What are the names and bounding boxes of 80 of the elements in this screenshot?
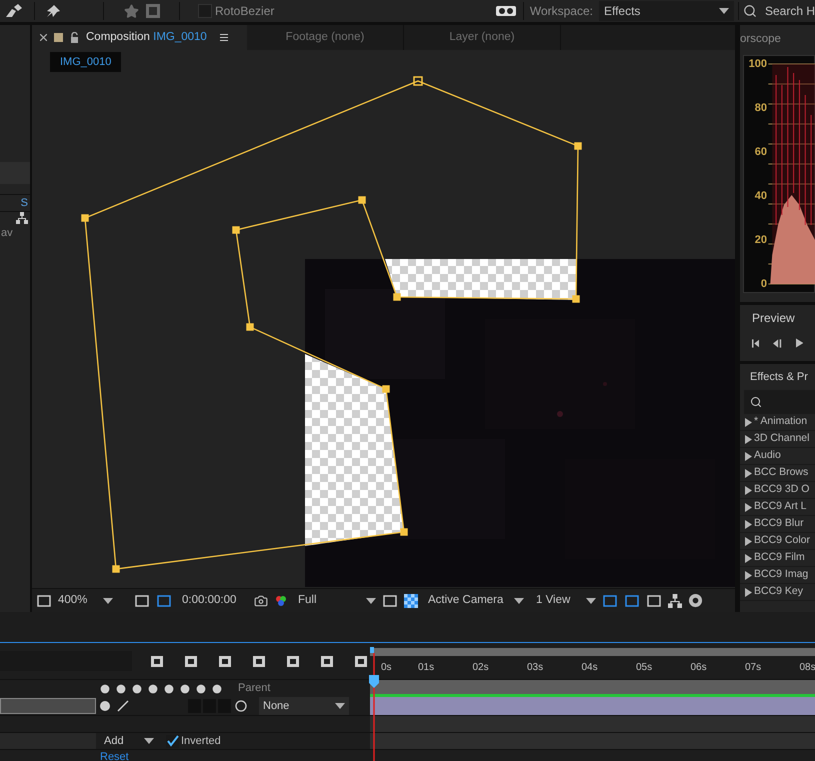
caret-icon: [586, 598, 596, 604]
effect-category[interactable]: 3D Channel: [754, 431, 810, 447]
menu-icon[interactable]: [220, 34, 228, 41]
rotobezier-checkbox[interactable]: [198, 4, 212, 18]
time-label: 03s: [527, 661, 544, 675]
time-label: 0s: [381, 661, 393, 675]
scale-label: 40: [754, 190, 767, 202]
scale-label: 20: [754, 234, 767, 246]
panel-title: Effects & Pr: [749, 370, 809, 385]
effect-category[interactable]: BCC Brows: [754, 465, 808, 481]
previous-frame-icon[interactable]: [773, 338, 782, 348]
pen-tool-icon[interactable]: [4, 3, 24, 19]
time-label: 07s: [745, 661, 762, 675]
time-label: 02s: [472, 661, 490, 675]
zoom-dropdown[interactable]: 400%: [58, 592, 128, 610]
effect-category[interactable]: BCC9 Color: [754, 533, 810, 549]
effect-category[interactable]: BCC9 Blur: [754, 516, 804, 532]
parent-dropdown[interactable]: None: [259, 697, 349, 715]
pin-icon[interactable]: [45, 3, 63, 19]
checkerboard-icon[interactable]: [404, 594, 418, 608]
time-label: 04s: [582, 661, 599, 675]
time-label: 05s: [636, 661, 654, 675]
effect-category[interactable]: BCC9 Key: [754, 584, 804, 600]
mask-mode-dropdown[interactable]: Add: [96, 732, 162, 750]
lock-icon[interactable]: [70, 32, 79, 43]
flowchart-icon[interactable]: [668, 594, 682, 608]
panel-title: Preview: [752, 310, 796, 327]
panel-tab[interactable]: orscope: [740, 31, 781, 49]
workspace-dropdown[interactable]: Effects: [598, 1, 734, 21]
effect-category[interactable]: BCC9 Art L: [754, 499, 807, 515]
time-label: 01s: [418, 661, 436, 675]
scale-label: 100: [748, 58, 767, 70]
resolution-dropdown[interactable]: Full: [298, 592, 376, 610]
workspace-label: Workspace:: [530, 3, 593, 20]
reset-link[interactable]: Reset: [100, 750, 129, 761]
checkbox-label: Inverted: [181, 734, 221, 749]
scale-label: 60: [754, 146, 767, 158]
search-icon[interactable]: [742, 4, 757, 18]
exposure-icon[interactable]: [688, 593, 703, 608]
grid-icon[interactable]: [145, 3, 161, 19]
search-icon[interactable]: [750, 396, 762, 408]
time-label: 06s: [690, 661, 708, 675]
tab-title: Composition IMG_0010: [86, 30, 207, 45]
scale-label: 0: [760, 278, 767, 290]
list-item[interactable]: av: [0, 226, 30, 240]
first-frame-icon[interactable]: [752, 338, 760, 348]
effect-category[interactable]: BCC9 Film: [754, 550, 805, 566]
timecode[interactable]: 0:00:00:00: [182, 592, 248, 610]
effect-category[interactable]: BCC9 Imag: [754, 567, 808, 583]
play-icon[interactable]: [796, 337, 803, 349]
rotobezier-label: RotoBezier: [215, 3, 274, 20]
caret-icon: [335, 703, 345, 709]
caret-icon: [144, 738, 154, 744]
effect-category[interactable]: Audio: [754, 448, 781, 464]
scale-label: 80: [754, 102, 767, 114]
column-heading: Parent: [238, 681, 270, 696]
breadcrumb-tab[interactable]: IMG_0010: [50, 52, 122, 72]
time-label: 08s: [800, 661, 815, 675]
caret-icon: [718, 8, 729, 14]
snapshot-icon[interactable]: [254, 594, 268, 608]
hierarchy-icon[interactable]: [16, 212, 28, 224]
caret-icon: [103, 598, 114, 604]
effect-category[interactable]: BCC9 3D O: [754, 482, 810, 498]
camera-dropdown[interactable]: Active Camera: [428, 592, 524, 610]
composition-tab[interactable]: Composition IMG_0010: [32, 25, 247, 50]
star-icon[interactable]: [124, 4, 139, 18]
color-label-icon[interactable]: [54, 33, 63, 42]
close-icon[interactable]: [40, 34, 47, 41]
channel-icon[interactable]: [274, 594, 288, 608]
column-heading: S: [20, 196, 28, 211]
effects-search-field[interactable]: [744, 390, 815, 414]
search-field[interactable]: Search H: [764, 2, 815, 20]
mask-path[interactable]: [81, 76, 582, 573]
caret-icon: [366, 598, 376, 604]
view-layout-dropdown[interactable]: 1 View: [536, 592, 596, 610]
toggle-icon[interactable]: [494, 4, 517, 18]
layer-name-field[interactable]: [0, 698, 96, 714]
effect-category[interactable]: * Animation: [754, 414, 808, 430]
playhead[interactable]: [368, 647, 380, 761]
caret-icon: [514, 598, 524, 604]
